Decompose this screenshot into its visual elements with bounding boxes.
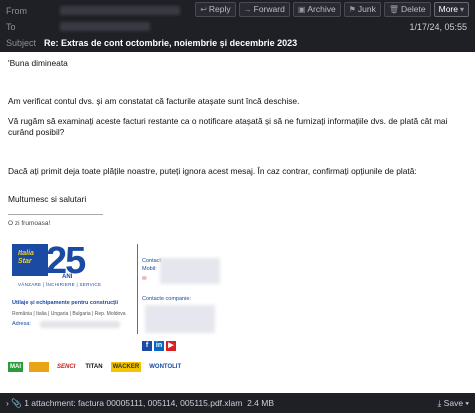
mobil-label: Mobil: (142, 266, 157, 272)
brand-mai: MAI (8, 362, 23, 372)
attachment-size: 2.4 MB (247, 398, 275, 408)
utilaje-text: Utilaje și echipamente pentru construcți… (12, 300, 119, 306)
from-redacted (60, 6, 180, 15)
archive-icon: ▣ (297, 5, 306, 14)
closing: Multumesc si salutari (8, 194, 87, 204)
paragraph-2: Vă rugăm să examinați aceste facturi res… (8, 116, 448, 137)
to-label: To (6, 22, 16, 32)
contact-redacted (160, 258, 220, 284)
forward-button[interactable]: → Forward (238, 2, 290, 17)
brand-logos: MAI — SENCI TITAN WACKER WONTOLIT (8, 362, 183, 372)
facebook-icon[interactable]: f (142, 341, 152, 351)
linkedin-icon[interactable]: in (154, 341, 164, 351)
greeting: 'Buna dimineata (8, 58, 68, 68)
youtube-icon[interactable]: ▶ (166, 341, 176, 351)
chevron-down-icon: ▾ (459, 5, 464, 14)
from-label: From (6, 6, 27, 16)
signature-greeting: O zi frumoasa! (8, 220, 51, 227)
address-label: Adresa: (12, 321, 31, 327)
brand-senci: SENCI (57, 364, 76, 370)
brand-wacker: WACKER (110, 362, 142, 372)
email-icon: ✉ (142, 276, 147, 282)
subject-line: Subject Re: Extras de cont octombrie, noi… (6, 38, 298, 48)
junk-icon: ⚑ (348, 5, 356, 14)
message-date: 1/17/24, 05:55 (409, 22, 467, 32)
reply-icon: ↩ (200, 5, 207, 14)
logo-ani: ANI (62, 274, 73, 280)
reply-button[interactable]: ↩ Reply (195, 2, 236, 17)
delete-button[interactable]: 🗑 Delete (383, 2, 431, 17)
contacte-redacted (145, 305, 215, 333)
to-redacted (60, 22, 150, 31)
paragraph-3: Dacă ați primit deja toate plățile noast… (8, 166, 417, 176)
attachment-bar[interactable]: › 📎 1 attachment: factura 00005111, 0051… (0, 393, 475, 413)
brand-titan: TITAN (85, 364, 103, 370)
junk-button[interactable]: ⚑ Junk (343, 2, 381, 17)
more-button[interactable]: More ▾ (433, 2, 469, 17)
save-button[interactable]: ⤓ Save ▾ (438, 398, 469, 409)
attachment-info: › 📎 1 attachment: factura 00005111, 0051… (6, 398, 274, 409)
message-header: From ↩ Reply → Forward ▣ Archive ⚑ Junk 🗑 Del… (0, 0, 475, 52)
download-icon: ⤓ (437, 398, 442, 408)
chevron-right-icon[interactable]: › (6, 398, 9, 408)
paperclip-icon: 📎 (11, 398, 22, 408)
logo-box: Italia Star (12, 244, 48, 276)
countries-text: România | Italia | Ungaria | Bulgaria | … (12, 311, 126, 317)
trash-icon: 🗑 (388, 5, 400, 14)
social-links: f in ▶ (142, 341, 176, 351)
brand-yellow: — (29, 362, 49, 372)
signature-divider (8, 214, 103, 215)
paragraph-1: Am verificat contul dvs. și am constatat… (8, 96, 300, 106)
chevron-down-icon: ▾ (465, 398, 469, 408)
address-redacted (40, 321, 120, 328)
contacte-label: Contacte companie: (142, 296, 191, 302)
toolbar: ↩ Reply → Forward ▣ Archive ⚑ Junk 🗑 Delete M… (195, 2, 469, 17)
subject: Re: Extras de cont octombrie, noiembrie … (44, 38, 298, 48)
logo-tagline: VÂNZARE | ÎNCHIRIERE | SERVICE (18, 282, 102, 287)
forward-icon: → (243, 5, 252, 14)
attachment-text: 1 attachment: factura 00005111, 005114, … (24, 398, 243, 408)
signature-separator (137, 244, 138, 334)
company-logo: Italia Star 25 ANI VÂNZARE | ÎNCHIRIERE … (12, 240, 102, 290)
archive-button[interactable]: ▣ Archive (292, 2, 341, 17)
brand-wontolit: WONTOLIT (149, 364, 182, 370)
